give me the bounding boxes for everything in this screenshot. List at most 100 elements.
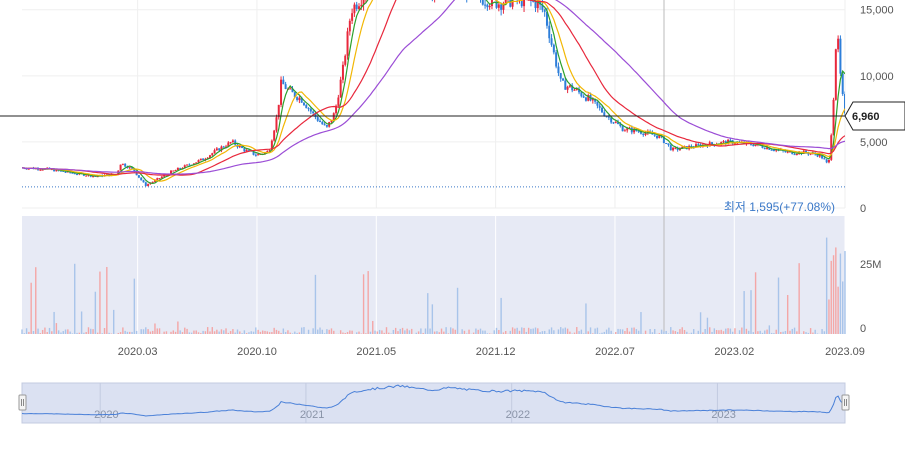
volume-bar — [37, 328, 39, 334]
volume-bar — [676, 332, 679, 334]
volume-bar — [456, 287, 459, 334]
volume-bar — [131, 331, 133, 334]
price-axis-tick: 10,000 — [860, 71, 894, 83]
candle-body — [39, 169, 42, 171]
candle-body — [793, 154, 796, 156]
volume-bar — [631, 327, 633, 334]
candle-body — [179, 167, 182, 169]
candle-body — [772, 149, 775, 151]
candle-body — [64, 171, 67, 173]
volume-bar — [239, 331, 241, 334]
candle-body — [573, 89, 576, 91]
volume-bar — [307, 329, 310, 334]
volume-bar — [731, 331, 734, 334]
volume-bar — [74, 263, 76, 334]
candle-body — [564, 80, 567, 90]
volume-bar — [539, 332, 541, 334]
volume-bar — [278, 330, 280, 334]
volume-bar — [839, 253, 842, 334]
candle-body — [341, 64, 344, 80]
volume-bar — [493, 330, 495, 334]
price-axis-tick: 15,000 — [860, 5, 894, 17]
candle-body — [612, 122, 615, 124]
volume-bar — [112, 309, 115, 334]
volume-bar — [484, 330, 486, 334]
candle-body — [307, 108, 310, 110]
volume-bar — [262, 330, 264, 334]
volume-bar — [594, 328, 596, 334]
volume-bar — [35, 267, 37, 334]
volume-bar — [170, 331, 172, 334]
volume-bar — [599, 333, 601, 334]
volume-bar — [727, 328, 729, 334]
volume-bar — [633, 327, 635, 334]
volume-bar — [129, 331, 131, 334]
candle-body — [653, 134, 656, 136]
candle-body — [346, 31, 349, 56]
volume-bar — [401, 327, 404, 334]
volume-bar — [415, 332, 418, 334]
volume-bar — [610, 330, 612, 334]
volume-bar — [660, 329, 663, 334]
volume-bar — [271, 332, 273, 334]
volume-bar — [436, 331, 438, 334]
candle-body — [552, 44, 555, 53]
candle-body — [656, 135, 659, 139]
candle-body — [795, 154, 798, 156]
candles — [22, 0, 845, 187]
volume-bar — [156, 328, 158, 334]
volume-bar — [32, 331, 35, 334]
candle-body — [325, 125, 328, 127]
candle-body — [229, 142, 232, 144]
candle-body — [316, 117, 319, 121]
candle-body — [580, 92, 583, 97]
volume-bar — [122, 327, 124, 334]
volume-bar — [789, 330, 791, 334]
volume-bar — [686, 331, 688, 334]
volume-bar — [427, 293, 429, 334]
volume-bar — [752, 332, 755, 334]
volume-bar — [601, 332, 603, 334]
volume-bar — [690, 332, 693, 334]
volume-bar — [566, 328, 569, 334]
moving-average-25 — [22, 0, 845, 176]
volume-bar — [805, 332, 807, 334]
candle-body — [197, 160, 200, 163]
stock-chart: 최저 1,595(+77.08%) 6,960 15,000 10,000 5,000 0… — [0, 0, 905, 461]
volume-bar — [830, 260, 832, 334]
volume-bar — [71, 333, 74, 334]
volume-bar — [509, 330, 511, 334]
volume-bar — [658, 333, 661, 334]
volume-bar — [204, 331, 207, 334]
volume-bar — [477, 329, 479, 334]
volume-bar — [782, 331, 784, 334]
volume-bar — [193, 330, 195, 334]
candle-body — [729, 139, 732, 141]
navigator-right-handle[interactable] — [841, 394, 850, 411]
volume-bar — [273, 327, 275, 334]
volume-bar — [548, 329, 550, 334]
navigator-left-handle[interactable] — [18, 394, 27, 411]
candle-body — [348, 20, 351, 32]
candle-body — [550, 38, 553, 45]
volume-bar — [825, 237, 828, 334]
volume-bar — [775, 329, 777, 334]
volume-bar — [475, 328, 477, 334]
volume-bar — [211, 327, 213, 334]
candle-body — [312, 111, 315, 114]
volume-bar — [367, 271, 369, 334]
volume-bar — [197, 332, 200, 334]
candle-body — [669, 145, 672, 151]
volume-bar — [445, 327, 447, 334]
volume-bar — [181, 332, 184, 334]
volume-bar — [803, 331, 805, 334]
candle-body — [238, 145, 241, 148]
volume-bar — [90, 328, 92, 334]
volume-bar — [663, 331, 665, 334]
volume-bar — [83, 332, 85, 334]
candle-body — [667, 143, 670, 146]
candle-body — [623, 130, 626, 132]
candle-body — [543, 9, 546, 12]
candle-body — [600, 107, 603, 113]
candle-body — [832, 99, 835, 136]
